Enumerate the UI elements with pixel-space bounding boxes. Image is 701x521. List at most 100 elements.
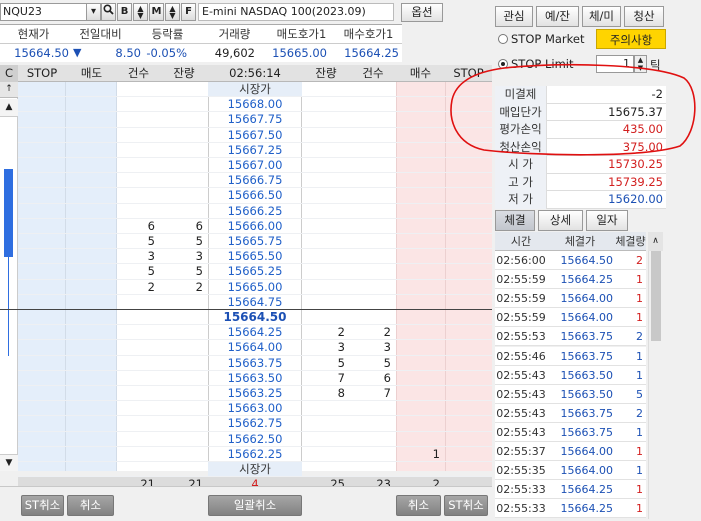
- bid-remaining: [302, 204, 350, 219]
- ask-count: [117, 173, 160, 188]
- bid-count: [350, 82, 396, 97]
- bid-count: [350, 234, 396, 249]
- ask-remaining: 5: [195, 234, 203, 248]
- tab-fills[interactable]: 체/미: [582, 6, 621, 27]
- tab-daily[interactable]: 일자: [586, 210, 628, 231]
- tab-watch[interactable]: 관심: [495, 6, 533, 27]
- trade-time: 02:55:37: [496, 445, 546, 458]
- bid-remaining: [302, 97, 350, 112]
- ask-remaining: [160, 173, 208, 188]
- bid-count: [350, 158, 396, 173]
- c-button[interactable]: C: [0, 65, 18, 82]
- ask-remaining: [160, 386, 208, 401]
- bid-remaining: [302, 188, 350, 203]
- bid-remaining-header: 잔량: [315, 66, 337, 80]
- trade-row: 02:55:59 15664.25 1: [495, 270, 646, 290]
- bid-count-header: 건수: [362, 66, 384, 80]
- bid-order: 1: [432, 446, 440, 461]
- bid-count: [350, 204, 396, 219]
- ask-remaining: [160, 447, 208, 462]
- ask-remaining: 2: [195, 279, 203, 294]
- stop-cancel-sell-button[interactable]: ST취소: [21, 495, 64, 516]
- scroll-thumb[interactable]: [651, 251, 661, 341]
- bid-order: [396, 188, 445, 203]
- trades-scrollbar[interactable]: [648, 251, 663, 519]
- bid-remaining: [302, 264, 350, 279]
- trades-header: 시간 체결가 체결량: [495, 232, 646, 251]
- trade-time: 02:55:33: [496, 483, 546, 497]
- symbol-input[interactable]: NQU23: [0, 3, 87, 21]
- trade-price: 15663.75: [560, 425, 614, 439]
- options-button[interactable]: 옵션: [401, 3, 443, 22]
- trade-qty: 5: [636, 387, 643, 401]
- up-arrow-icon[interactable]: ▲: [0, 99, 18, 117]
- bid-count: 3: [383, 340, 391, 355]
- book-row: 15663.25 8 7: [18, 386, 492, 402]
- ask-count: [117, 188, 160, 203]
- stop-market-radio[interactable]: [498, 34, 508, 44]
- price-level: 15667.50: [227, 127, 283, 142]
- trade-time: 02:55:43: [496, 425, 546, 439]
- ask-count: 5: [147, 264, 155, 279]
- trade-time: 02:55:35: [496, 464, 546, 478]
- scroll-up-icon[interactable]: ↑: [0, 82, 18, 98]
- ask-count: 2: [147, 279, 155, 294]
- m-button[interactable]: M: [149, 3, 164, 21]
- price-level: 15662.25: [227, 446, 283, 461]
- caution-button[interactable]: 주의사항: [596, 29, 666, 49]
- f-button[interactable]: F: [181, 3, 196, 21]
- info-label: 저 가: [495, 191, 547, 209]
- info-row: 고 가 15739.25: [495, 173, 666, 191]
- bid-count: 2: [383, 325, 391, 340]
- trade-qty: 1: [636, 368, 643, 382]
- ask-remaining: [160, 143, 208, 158]
- price-level: 15667.25: [227, 142, 283, 157]
- tab-detail[interactable]: 상세: [538, 210, 583, 231]
- ask-remaining: [160, 128, 208, 143]
- tab-deposit[interactable]: 예/잔: [536, 6, 579, 27]
- ask-remaining: [160, 401, 208, 416]
- trade-qty: 1: [636, 445, 643, 458]
- down-arrow-icon[interactable]: ▼: [0, 454, 18, 471]
- bid-remaining: [302, 143, 350, 158]
- trade-row: 02:56:00 15664.50 2: [495, 251, 646, 271]
- ask-remaining: [160, 295, 208, 310]
- ask-remaining: [160, 158, 208, 173]
- ask-count: [117, 204, 160, 219]
- book-row: 15663.50 7 6: [18, 371, 492, 386]
- spin-icon[interactable]: ▲ ▼: [165, 3, 180, 21]
- bulk-cancel-button[interactable]: 일괄취소: [208, 495, 302, 516]
- qty-header: 체결량: [615, 235, 646, 248]
- scroll-up-icon[interactable]: ∧: [648, 232, 663, 251]
- search-icon[interactable]: [101, 3, 116, 21]
- spin-icon[interactable]: ▲ ▼: [133, 3, 148, 21]
- ask-remaining: [160, 188, 208, 203]
- cancel-sell-button[interactable]: 취소: [67, 495, 114, 516]
- trade-time: 02:55:43: [496, 368, 546, 382]
- bid-count: [350, 432, 396, 447]
- trade-row: 02:55:33 15664.25 1: [495, 499, 646, 519]
- ask-count: [117, 97, 160, 112]
- tab-executions[interactable]: 체결: [495, 210, 535, 231]
- b-button[interactable]: B: [117, 3, 132, 21]
- bid-order: [396, 295, 445, 310]
- ask-remaining: [160, 82, 208, 97]
- price-level: 15665.50: [227, 249, 283, 264]
- candle-wick: [8, 188, 9, 356]
- stop-cancel-buy-button[interactable]: ST취소: [444, 495, 488, 516]
- trade-time: 02:55:59: [496, 311, 546, 325]
- trade-qty: 2: [636, 406, 643, 420]
- ask-remaining: [160, 462, 208, 477]
- book-row: 15667.50: [18, 128, 492, 143]
- info-value: 15620.00: [608, 192, 663, 206]
- bid-remaining: [302, 112, 350, 127]
- symbol-dropdown-icon[interactable]: ▾: [86, 3, 101, 21]
- bid-order: [396, 112, 445, 127]
- ask-count: [117, 325, 160, 340]
- bid-count: [350, 249, 396, 264]
- cancel-buy-button[interactable]: 취소: [396, 495, 441, 516]
- book-row: 15663.00: [18, 401, 492, 417]
- trade-row: 02:55:43 15663.75 2: [495, 403, 646, 423]
- trade-row: 02:55:53 15663.75 2: [495, 327, 646, 347]
- tab-liquidate[interactable]: 청산: [624, 6, 664, 27]
